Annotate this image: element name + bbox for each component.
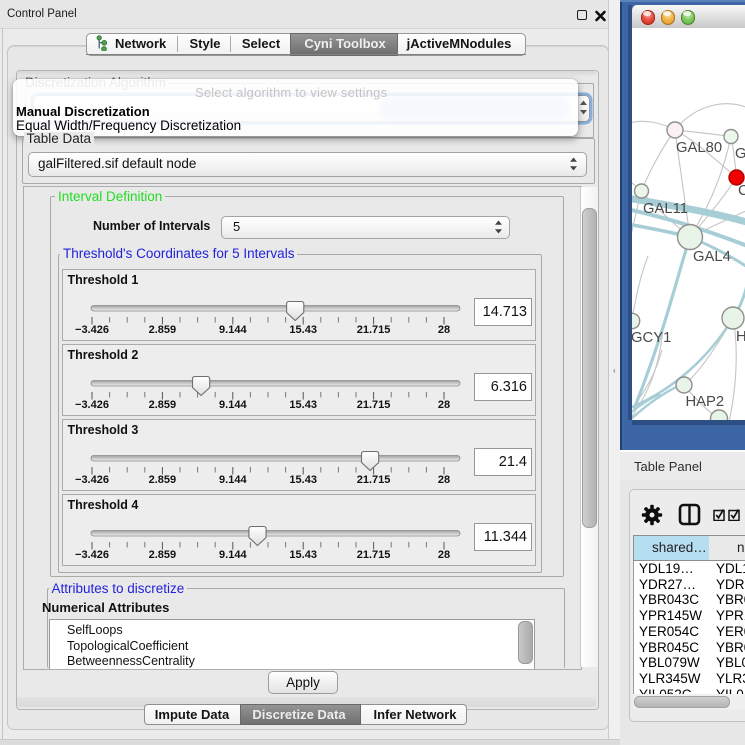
svg-text:2.859: 2.859 [149,549,177,561]
svg-text:GA: GA [735,146,745,162]
svg-text:21.715: 21.715 [357,324,391,336]
svg-text:GCY1: GCY1 [632,330,671,346]
svg-text:15.43: 15.43 [289,399,317,411]
svg-text:−3.426: −3.426 [75,474,109,486]
svg-text:21.715: 21.715 [357,474,391,486]
svg-text:GAL4: GAL4 [693,249,731,265]
svg-text:21.715: 21.715 [357,399,391,411]
svg-text:28: 28 [438,399,450,411]
svg-text:−3.426: −3.426 [75,549,109,561]
svg-text:2.859: 2.859 [149,324,177,336]
svg-text:28: 28 [438,549,450,561]
svg-text:28: 28 [438,324,450,336]
svg-text:28: 28 [438,474,450,486]
svg-text:9.144: 9.144 [219,399,247,411]
svg-text:2.859: 2.859 [149,399,177,411]
svg-text:9.144: 9.144 [219,324,247,336]
svg-text:15.43: 15.43 [289,549,317,561]
svg-text:9.144: 9.144 [219,549,247,561]
svg-text:−3.426: −3.426 [75,399,109,411]
svg-text:GAL80: GAL80 [676,140,722,156]
svg-text:15.43: 15.43 [289,474,317,486]
svg-text:9.144: 9.144 [219,474,247,486]
svg-text:C: C [738,183,745,199]
svg-text:H: H [736,329,745,345]
svg-text:−3.426: −3.426 [75,324,109,336]
svg-text:GAL11: GAL11 [643,201,688,217]
svg-text:HAP2: HAP2 [686,394,725,410]
svg-text:15.43: 15.43 [289,324,317,336]
svg-text:21.715: 21.715 [357,549,391,561]
svg-text:2.859: 2.859 [149,474,177,486]
